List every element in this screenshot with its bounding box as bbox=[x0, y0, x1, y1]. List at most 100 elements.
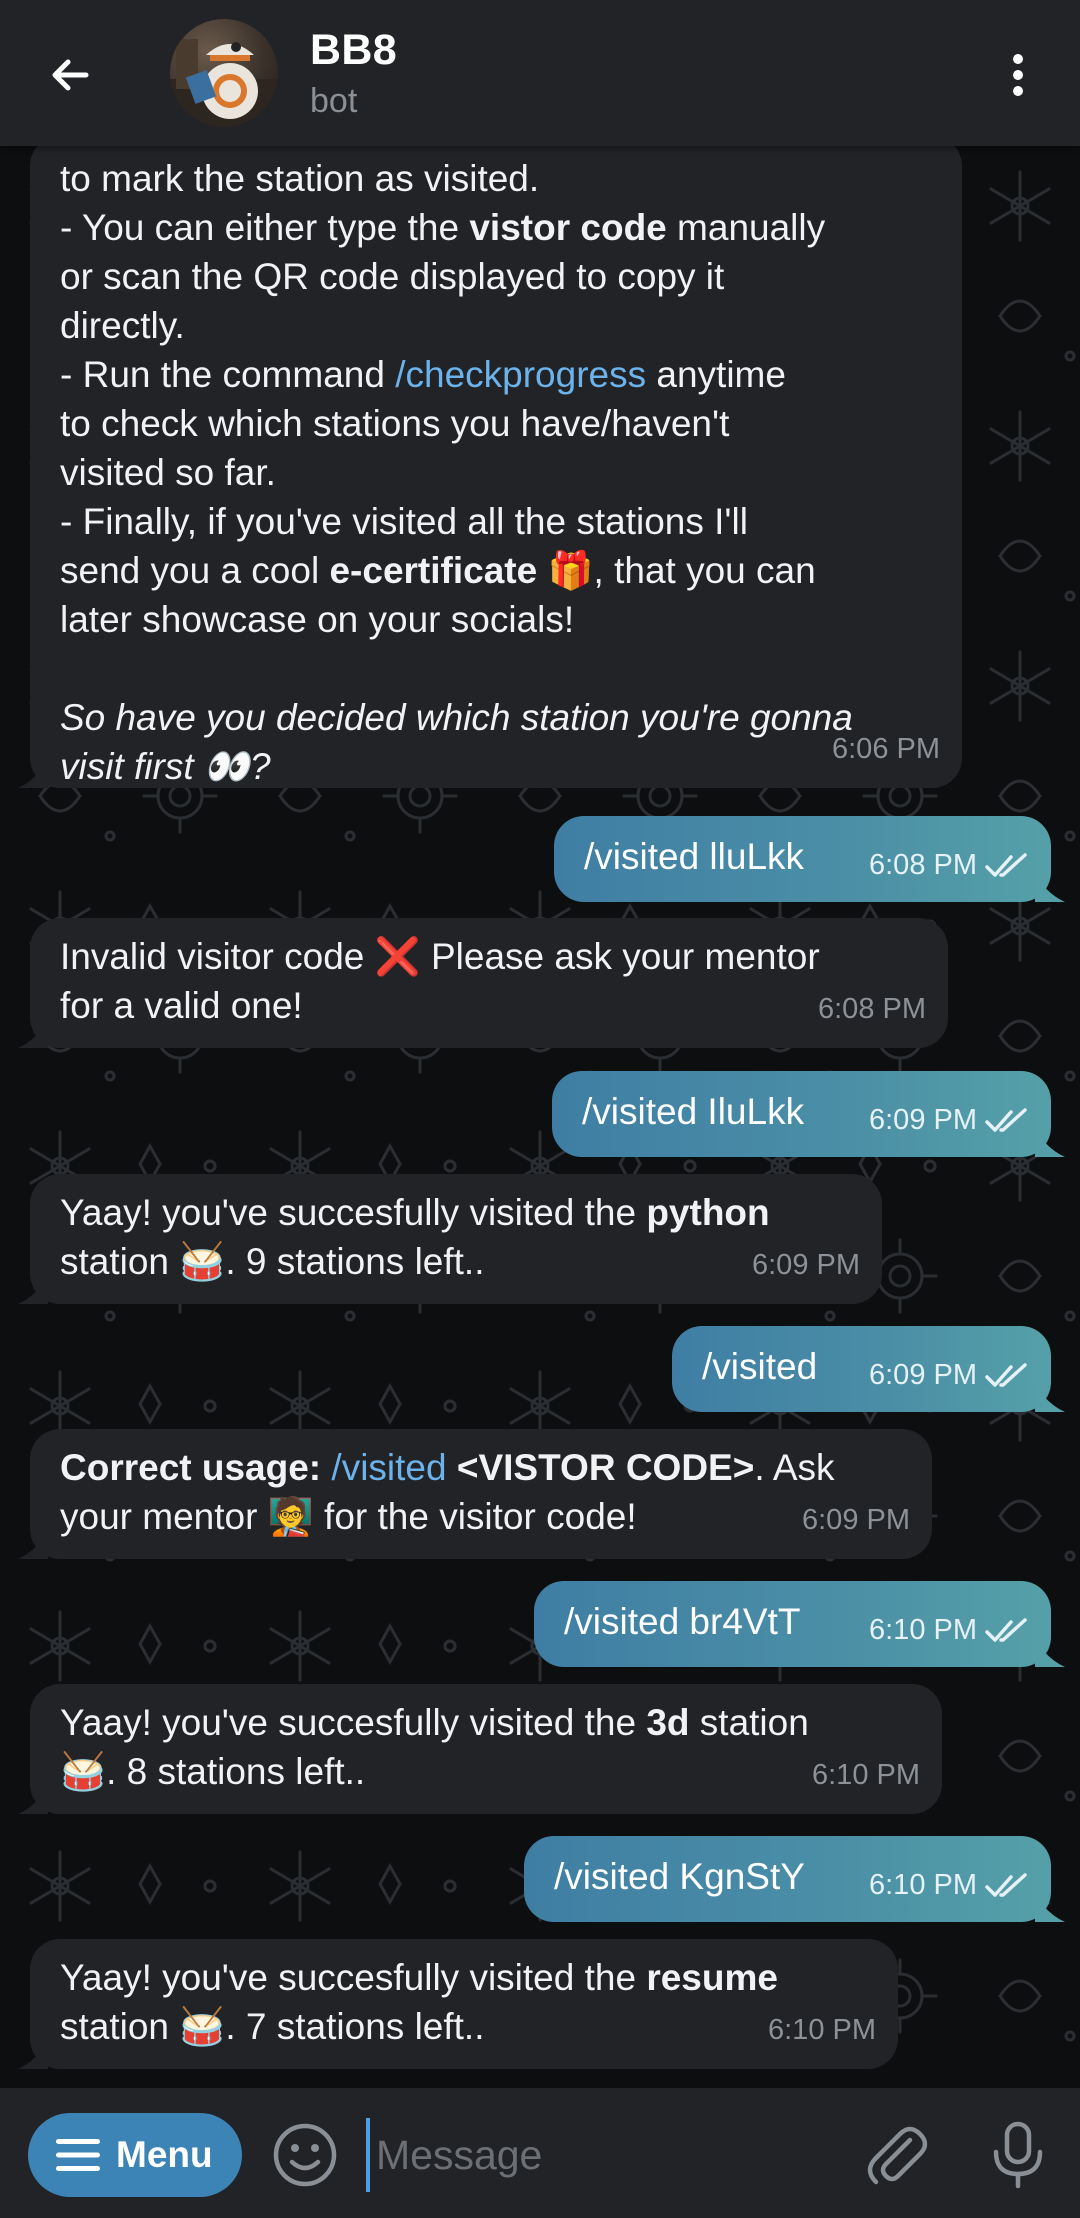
bubble-tail bbox=[18, 1020, 48, 1048]
bubble-tail bbox=[18, 2041, 48, 2069]
message-input-bar: Menu bbox=[0, 2088, 1080, 2218]
message-text: Yaay! you've succesfully visited the bbox=[60, 1192, 647, 1233]
double-check-icon bbox=[985, 1362, 1027, 1387]
message-bold-text: e-certificate bbox=[329, 550, 538, 591]
message-outgoing[interactable]: /visited IluLkk 6:09 PM bbox=[552, 1071, 1065, 1157]
chat-subtitle: bot bbox=[310, 82, 358, 120]
message-text: manually bbox=[666, 207, 826, 248]
chat-title[interactable]: BB8 bbox=[310, 26, 397, 75]
message-time: 6:09 PM bbox=[802, 1504, 910, 1536]
message-outgoing[interactable]: /visited lluLkk 6:08 PM bbox=[554, 816, 1065, 902]
message-text: /visited IluLkk bbox=[582, 1091, 805, 1132]
message-incoming[interactable]: to mark the station as visited. - You ca… bbox=[18, 146, 962, 788]
message-italic-text: So have you decided which station you're… bbox=[60, 697, 853, 738]
message-time: 6:10 PM bbox=[869, 1614, 977, 1646]
bubble-tail bbox=[1035, 1129, 1065, 1157]
bubble-tail bbox=[1035, 1894, 1065, 1922]
bb8-avatar-image bbox=[170, 39, 278, 127]
message-text: to check which stations you have/haven't bbox=[60, 403, 730, 444]
more-vertical-icon bbox=[1013, 54, 1023, 96]
message-incoming[interactable]: Yaay! you've succesfully visited the pyt… bbox=[18, 1174, 882, 1304]
bubble-tail bbox=[1035, 1384, 1065, 1412]
message-time: 6:08 PM bbox=[818, 993, 926, 1025]
double-check-icon bbox=[985, 1617, 1027, 1642]
message-outgoing[interactable]: /visited 6:09 PM bbox=[672, 1326, 1065, 1412]
message-text: Invalid visitor code ❌ Please ask your m… bbox=[60, 936, 820, 977]
voice-record-button[interactable] bbox=[978, 2114, 1058, 2194]
message-time: 6:09 PM bbox=[869, 1104, 977, 1136]
emoji-icon bbox=[273, 2123, 337, 2187]
message-text: /visited lluLkk bbox=[584, 836, 805, 877]
message-time: 6:09 PM bbox=[869, 1359, 977, 1391]
message-outgoing[interactable]: /visited br4VtT 6:10 PM bbox=[534, 1581, 1065, 1667]
bubble-tail bbox=[1035, 874, 1065, 902]
double-check-icon bbox=[985, 852, 1027, 877]
message-bold-text: Correct usage: bbox=[60, 1447, 332, 1488]
message-text: - You can either type the bbox=[60, 207, 470, 248]
paperclip-icon bbox=[867, 2126, 928, 2185]
message-bold-text: vistor code bbox=[469, 207, 667, 248]
more-options-button[interactable] bbox=[976, 33, 1060, 117]
message-list[interactable]: to mark the station as visited. - You ca… bbox=[0, 146, 1080, 2088]
message-outgoing[interactable]: /visited KgnStY 6:10 PM bbox=[524, 1836, 1065, 1922]
message-time: 6:09 PM bbox=[752, 1249, 860, 1281]
bot-menu-button[interactable]: Menu bbox=[28, 2113, 242, 2197]
message-text: send you a cool bbox=[60, 550, 330, 591]
bubble-tail bbox=[1035, 1639, 1065, 1667]
message-time: 6:06 PM bbox=[832, 733, 940, 765]
bot-avatar[interactable] bbox=[170, 19, 278, 127]
chat-header: BB8 bot bbox=[0, 0, 1080, 146]
menu-button-label: Menu bbox=[116, 2134, 213, 2175]
attach-button[interactable] bbox=[858, 2116, 936, 2194]
double-check-icon bbox=[985, 1107, 1027, 1132]
message-text: for a valid one! bbox=[60, 985, 303, 1026]
message-text: station 🥁. 7 stations left.. bbox=[60, 2006, 485, 2047]
message-time: 6:08 PM bbox=[869, 849, 977, 881]
message-text: - Finally, if you've visited all the sta… bbox=[60, 501, 748, 542]
message-text: anytime bbox=[646, 354, 786, 395]
message-text: - Run the command bbox=[60, 354, 396, 395]
message-bold-text: resume bbox=[646, 1957, 778, 1998]
message-bold-text: python bbox=[646, 1192, 770, 1233]
message-text: station bbox=[689, 1702, 809, 1743]
emoji-button[interactable] bbox=[268, 2118, 342, 2192]
message-text: /visited br4VtT bbox=[564, 1601, 801, 1642]
message-text: later showcase on your socials! bbox=[60, 599, 575, 640]
message-incoming[interactable]: Invalid visitor code ❌ Please ask your m… bbox=[18, 918, 948, 1048]
telegram-chat-screen: BB8 bot to mark the station as visited. … bbox=[0, 0, 1080, 2218]
message-italic-text: visit first 👀? bbox=[60, 746, 271, 787]
message-text: 🎁, that you can bbox=[537, 550, 816, 591]
bubble-tail bbox=[18, 760, 48, 788]
bubble-tail bbox=[18, 1531, 48, 1559]
message-incoming[interactable]: Yaay! you've succesfully visited the res… bbox=[18, 1939, 898, 2069]
message-text: Yaay! you've succesfully visited the bbox=[60, 1702, 647, 1743]
message-text: 🥁. 8 stations left.. bbox=[60, 1751, 366, 1792]
message-text: visited so far. bbox=[60, 452, 276, 493]
arrow-left-icon bbox=[52, 59, 89, 91]
message-time: 6:10 PM bbox=[869, 1869, 977, 1901]
menu-lines-icon bbox=[56, 2139, 100, 2171]
message-text: /visited bbox=[702, 1346, 818, 1387]
message-text: . Ask bbox=[754, 1447, 835, 1488]
back-button[interactable] bbox=[28, 33, 112, 117]
message-time: 6:10 PM bbox=[812, 1759, 920, 1791]
message-incoming[interactable]: Correct usage: /visited <VISTOR CODE>. A… bbox=[18, 1429, 932, 1559]
message-text: directly. bbox=[60, 305, 185, 346]
message-text: /visited KgnStY bbox=[554, 1856, 805, 1897]
message-text: station 🥁. 9 stations left.. bbox=[60, 1241, 485, 1282]
message-time: 6:10 PM bbox=[768, 2014, 876, 2046]
microphone-icon bbox=[993, 2121, 1043, 2189]
bubble-tail bbox=[18, 1786, 48, 1814]
message-text: or scan the QR code displayed to copy it bbox=[60, 256, 725, 297]
message-bold-text: <VISTOR CODE> bbox=[446, 1447, 755, 1488]
message-text: to mark the station as visited. bbox=[60, 158, 540, 199]
message-input[interactable] bbox=[366, 2118, 836, 2192]
bubble-tail bbox=[18, 1276, 48, 1304]
message-text: Yaay! you've succesfully visited the bbox=[60, 1957, 647, 1998]
message-text: your mentor 🧑‍🏫 for the visitor code! bbox=[60, 1496, 637, 1537]
message-bold-text: 3d bbox=[646, 1702, 690, 1743]
double-check-icon bbox=[985, 1872, 1027, 1897]
message-incoming[interactable]: Yaay! you've succesfully visited the 3d … bbox=[18, 1684, 942, 1814]
command-link-checkprogress[interactable]: /checkprogress bbox=[395, 354, 646, 395]
command-link-visited[interactable]: /visited bbox=[331, 1447, 446, 1488]
